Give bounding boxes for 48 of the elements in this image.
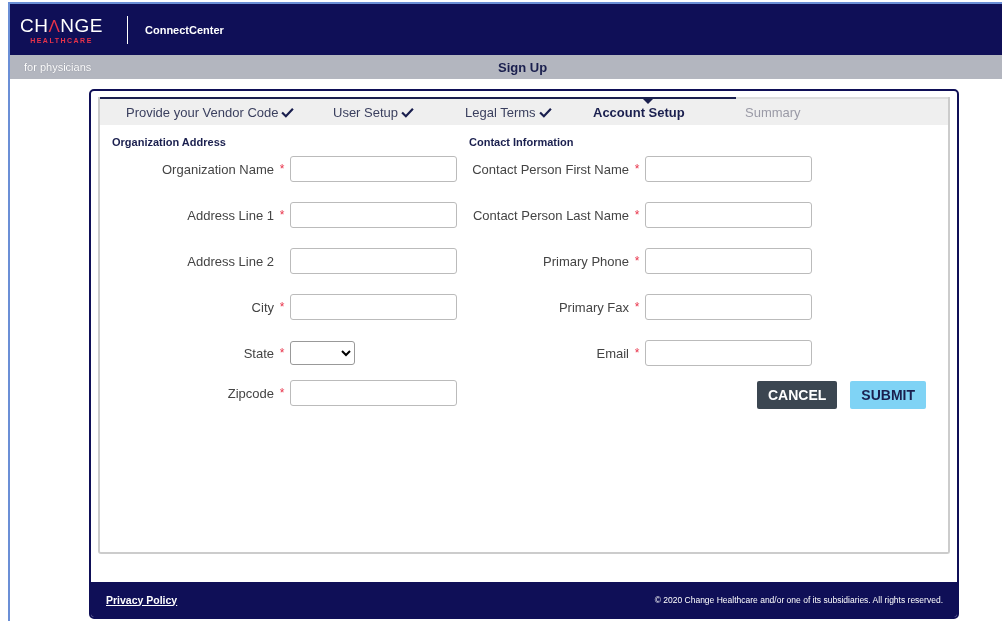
field-label: Email: [595, 345, 629, 361]
field-label: Contact Person Last Name: [471, 207, 629, 223]
field-label: Address Line 1: [186, 207, 274, 223]
required-mark: *: [279, 162, 285, 176]
required-mark: *: [634, 346, 640, 360]
required-mark: *: [279, 386, 285, 400]
section-title: Organization Address: [112, 136, 227, 148]
input-field[interactable]: [645, 294, 812, 320]
required-mark: *: [634, 254, 640, 268]
checkmark-icon: [401, 106, 415, 118]
checkmark-icon: [538, 106, 552, 118]
required-mark: *: [279, 300, 285, 314]
required-mark: *: [634, 162, 640, 176]
cancel-button[interactable]: CANCEL: [757, 381, 838, 409]
field-label: Organization Name: [161, 161, 274, 177]
state-dropdown[interactable]: [290, 341, 355, 365]
wizard-step[interactable]: Legal Terms: [465, 99, 593, 125]
input-field[interactable]: [290, 202, 457, 228]
field-label: State: [242, 345, 274, 361]
input-field[interactable]: [290, 380, 457, 406]
field-label: Contact Person First Name: [471, 161, 629, 177]
privacy-policy-link[interactable]: Privacy Policy: [106, 593, 178, 606]
page-title: Sign Up: [498, 59, 548, 75]
field-label: Primary Fax: [557, 299, 629, 315]
checkmark-icon: [281, 106, 295, 118]
input-field[interactable]: [645, 340, 812, 366]
input-field[interactable]: [290, 294, 457, 320]
required-mark: *: [634, 208, 640, 222]
input-field[interactable]: [645, 248, 812, 274]
field-label: Address Line 2: [186, 253, 274, 269]
field-label: City: [250, 299, 274, 315]
submit-button[interactable]: SUBMIT: [850, 381, 926, 409]
input-field[interactable]: [290, 156, 457, 182]
field-label: Primary Phone: [542, 253, 629, 269]
input-field[interactable]: [290, 248, 457, 274]
section-title: Contact Information: [469, 136, 575, 148]
required-mark: *: [279, 208, 285, 222]
wizard-step[interactable]: Provide your Vendor Code: [126, 99, 333, 125]
input-field[interactable]: [645, 202, 812, 228]
wizard-step[interactable]: User Setup: [333, 99, 465, 125]
app-name: ConnectCenter: [145, 23, 224, 36]
required-mark: *: [279, 346, 285, 360]
input-field[interactable]: [645, 156, 812, 182]
copyright: © 2020 Change Healthcare and/or one of its subsidiaries. All rights reserved.: [654, 594, 943, 605]
wizard-step[interactable]: Account Setup: [593, 99, 745, 125]
field-label: Zipcode: [226, 385, 274, 401]
tagline: for physicians: [23, 61, 92, 73]
required-mark: *: [634, 300, 640, 314]
